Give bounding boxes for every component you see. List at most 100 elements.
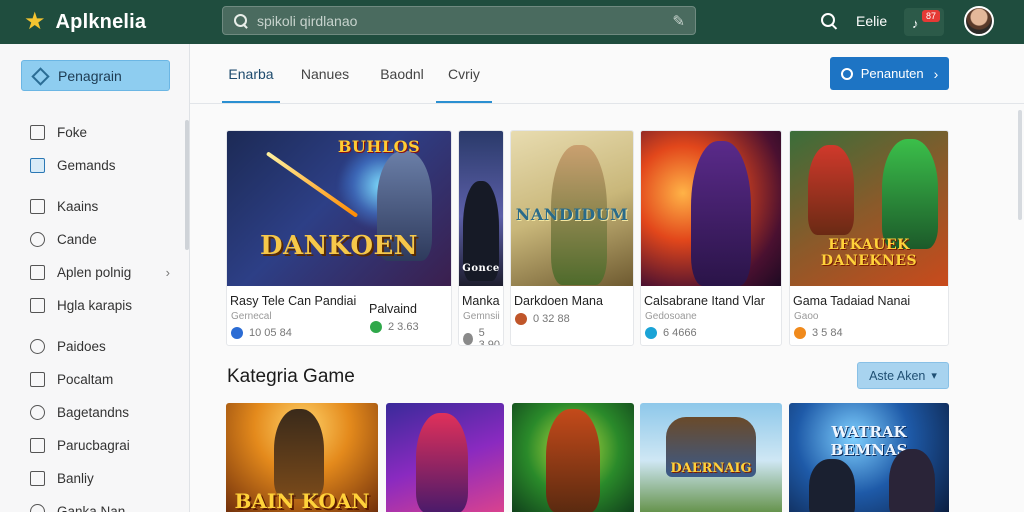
avatar[interactable] xyxy=(964,6,994,36)
search-icon[interactable] xyxy=(820,12,838,30)
game-card[interactable]: NANDIDUM Darkdoen Mana 0 32 88 xyxy=(510,130,634,346)
category-tile[interactable]: BAIN KOAN xyxy=(226,403,378,512)
category-tile[interactable] xyxy=(386,403,504,512)
chevron-right-icon: › xyxy=(165,265,170,280)
game-title: Gama Tadaiad Nanai xyxy=(793,294,911,308)
game-art-subtitle: BUHLOS xyxy=(337,137,421,156)
search-input[interactable] xyxy=(257,12,673,29)
divider xyxy=(190,103,1024,104)
game-genre: Gemnsii xyxy=(463,311,500,322)
main-scrollbar[interactable] xyxy=(1018,110,1022,220)
window-icon xyxy=(30,265,45,280)
game-stats: 2 3.63 xyxy=(388,321,419,333)
search-icon xyxy=(233,13,249,29)
sidebar-item-label: Ganka Nan xyxy=(57,504,126,512)
puzzle-icon xyxy=(30,158,45,173)
sidebar-item-label: Penagrain xyxy=(58,67,122,84)
sidebar-item[interactable]: Bagetandns xyxy=(30,396,170,429)
primary-action-button[interactable]: Penanuten › xyxy=(830,57,949,90)
game-stats: 5 3.90 xyxy=(478,327,500,346)
circle-icon xyxy=(840,67,853,80)
sidebar-item-label: Banliy xyxy=(57,471,94,486)
game-stats: 3 5 84 xyxy=(812,327,843,339)
tab-item[interactable]: Nanues xyxy=(300,44,350,103)
category-tile[interactable] xyxy=(512,403,634,512)
sidebar-item-label: Cande xyxy=(57,232,97,247)
game-cover: NANDIDUM xyxy=(511,131,633,286)
category-tile[interactable]: DAERNAIG xyxy=(640,403,782,512)
tab-bar: Enarba Nanues Baodnl Cvriy xyxy=(222,44,492,104)
notification-badge: 87 xyxy=(922,10,941,22)
game-stats: 6 4666 xyxy=(663,327,697,339)
game-cover xyxy=(641,131,781,286)
sidebar-item[interactable]: Hgla karapis xyxy=(30,289,170,322)
top-bar: ★ Aplknelia ✎ Eelie ♪ 87 xyxy=(0,0,1024,44)
game-cover: BUHLOS DANKOEN xyxy=(227,131,451,286)
notification-button[interactable]: ♪ 87 xyxy=(904,8,944,36)
sidebar-item-label: Hgla karapis xyxy=(57,298,133,313)
sidebar-item[interactable]: Parucbagrai xyxy=(30,429,170,462)
section-filter-label: Aste Aken xyxy=(869,368,926,383)
section-title: Kategria Game xyxy=(227,366,355,387)
sidebar-item-label: Kaains xyxy=(57,199,99,214)
sidebar-item[interactable]: Gemands xyxy=(30,149,170,182)
publisher-icon xyxy=(645,327,657,339)
publisher-icon xyxy=(463,333,473,345)
sidebar-item-active[interactable]: Penagrain xyxy=(21,60,170,91)
game-title: Calsabrane Itand Vlar xyxy=(644,294,765,308)
game-title: Darkdoen Mana xyxy=(514,294,603,308)
game-cover: Gonce xyxy=(459,131,503,286)
tab-item[interactable]: Cvriy xyxy=(436,44,492,103)
diamond-icon xyxy=(32,69,46,83)
section-filter-button[interactable]: Aste Aken ▾ xyxy=(857,362,949,389)
publisher-icon xyxy=(515,313,527,325)
game-genre: Gaoo xyxy=(794,311,819,322)
sidebar: Penagrain Foke Gemands Kaains Cande Aple… xyxy=(0,44,190,512)
game-card[interactable]: Calsabrane Itand Vlar Gedosoane 6 4666 xyxy=(640,130,782,346)
chart-icon xyxy=(30,438,45,453)
game-stats: 10 05 84 xyxy=(249,327,292,339)
game-title: Palvaind xyxy=(369,302,417,316)
gear-icon xyxy=(30,339,45,354)
grid-icon xyxy=(30,125,45,140)
chevron-right-icon: › xyxy=(933,65,939,82)
sidebar-item[interactable]: Ganka Nan xyxy=(30,495,170,512)
sidebar-scrollbar[interactable] xyxy=(185,120,189,250)
tab-item[interactable]: Baodnl xyxy=(378,44,426,103)
login-link[interactable]: Eelie xyxy=(856,13,887,29)
grid-icon xyxy=(30,199,45,214)
game-card[interactable]: EFKAUEK DANEKNES Gama Tadaiad Nanai Gaoo… xyxy=(789,130,949,346)
app-name: Aplknelia xyxy=(55,10,147,33)
pin-icon[interactable]: ✎ xyxy=(672,12,685,30)
game-art-title: EFKAUEK DANEKNES xyxy=(820,237,918,269)
publisher-icon xyxy=(370,321,382,333)
bell-icon: ♪ xyxy=(912,16,919,31)
star-icon: ★ xyxy=(24,8,46,35)
sidebar-item[interactable]: Kaains xyxy=(30,190,170,223)
game-card[interactable]: Gonce Manka Gemnsii 5 3.90 xyxy=(458,130,504,346)
columns-icon xyxy=(30,372,45,387)
sidebar-item[interactable]: Cande xyxy=(30,223,170,256)
sidebar-item[interactable]: Aplen polnig › xyxy=(30,256,170,289)
sidebar-item-label: Aplen polnig xyxy=(57,265,132,280)
sidebar-item-label: Gemands xyxy=(57,158,116,173)
sidebar-item[interactable]: Banliy xyxy=(30,462,170,495)
category-tile-title: DAERNAIG xyxy=(670,461,752,476)
game-stats: 0 32 88 xyxy=(533,313,570,325)
game-genre: Gedosoane xyxy=(645,311,697,322)
primary-action-label: Penanuten xyxy=(860,66,924,81)
category-tile[interactable]: WATRAK BEMNAS xyxy=(789,403,949,512)
app-logo[interactable]: ★ Aplknelia xyxy=(24,10,224,34)
publisher-icon xyxy=(794,327,806,339)
game-card-caption: Palvaind 2 3.63 xyxy=(366,302,452,346)
game-art-title: NANDIDUM xyxy=(515,205,629,224)
sidebar-item[interactable]: Foke xyxy=(30,116,170,149)
sidebar-item[interactable]: Pocaltam xyxy=(30,363,170,396)
tab-item[interactable]: Enarba xyxy=(222,44,280,103)
search-bar[interactable]: ✎ xyxy=(222,6,696,35)
game-art-title: DANKOEN xyxy=(259,231,419,261)
sidebar-item[interactable]: Paidoes xyxy=(30,330,170,363)
sidebar-item-label: Pocaltam xyxy=(57,372,114,387)
bookmark-icon xyxy=(30,298,45,313)
sidebar-item-label: Parucbagrai xyxy=(57,438,130,453)
